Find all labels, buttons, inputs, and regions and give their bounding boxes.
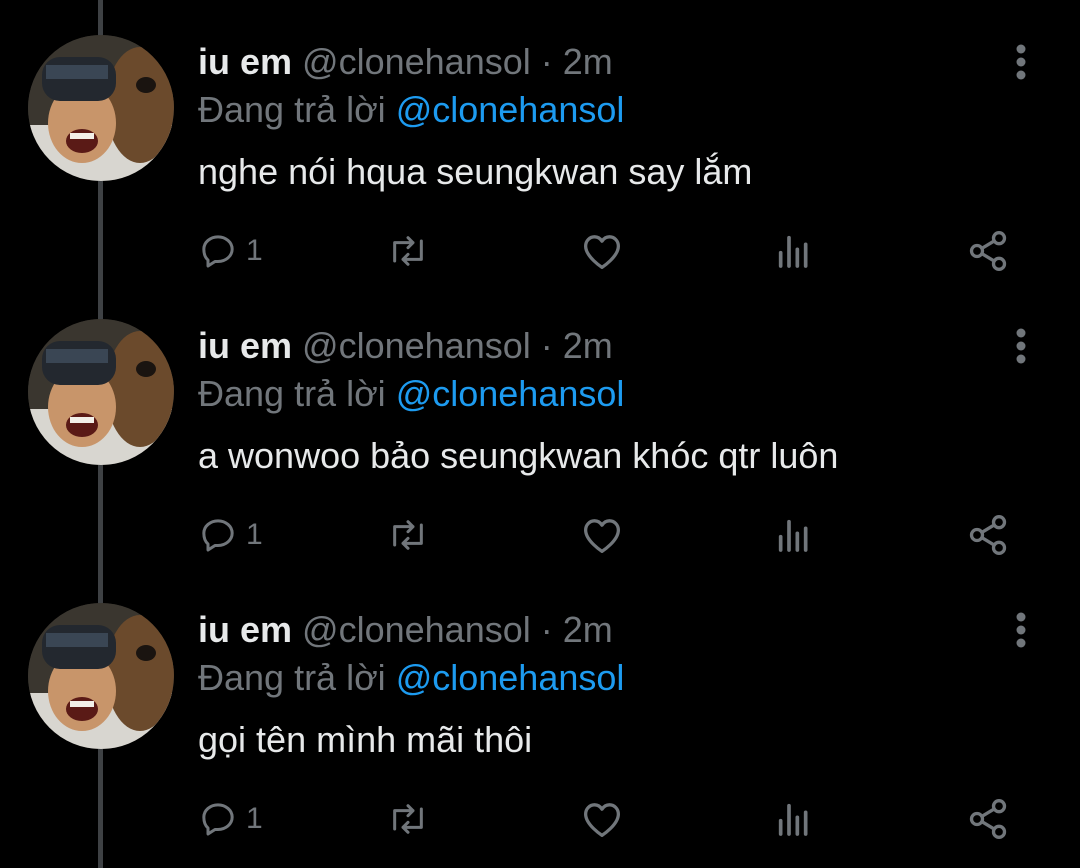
tweet[interactable]: iu em @clonehansol · 2m Đang trả lời @cl… <box>0 568 1080 852</box>
like-button[interactable] <box>580 228 624 274</box>
username[interactable]: @clonehansol <box>302 609 531 650</box>
more-vertical-icon <box>1016 612 1026 648</box>
replying-to-label: Đang trả lời <box>198 373 386 414</box>
mention-link[interactable]: @clonehansol <box>396 373 625 414</box>
mention-link[interactable]: @clonehansol <box>396 657 625 698</box>
reply-count: 1 <box>246 802 263 835</box>
comment-bubble-icon <box>202 519 234 552</box>
avatar-photo <box>28 35 174 181</box>
separator: · <box>540 41 553 82</box>
username[interactable]: @clonehansol <box>302 325 531 366</box>
reply-count: 1 <box>246 234 263 267</box>
share-button[interactable] <box>966 796 1010 842</box>
share-button[interactable] <box>966 512 1010 558</box>
tweet-text: gọi tên mình mãi thôi <box>198 719 533 760</box>
tweet-header: iu em @clonehansol · 2m <box>198 40 613 84</box>
heart-icon <box>584 519 620 553</box>
tweet-header: iu em @clonehansol · 2m <box>198 324 613 368</box>
reply-button[interactable]: 1 <box>198 228 263 274</box>
like-button[interactable] <box>580 796 624 842</box>
more-vertical-icon <box>1016 328 1026 364</box>
tweet[interactable]: iu em @clonehansol · 2m Đang trả lời @cl… <box>0 284 1080 568</box>
more-vertical-icon <box>1016 44 1026 80</box>
bar-chart-icon <box>778 519 808 552</box>
avatar-photo <box>28 319 174 465</box>
tweet-header: iu em @clonehansol · 2m <box>198 608 613 652</box>
retweet-button[interactable] <box>384 796 432 842</box>
analytics-button[interactable] <box>774 796 814 842</box>
share-icon <box>969 231 1007 271</box>
retweet-icon <box>393 520 423 550</box>
reply-button[interactable]: 1 <box>198 796 263 842</box>
bar-chart-icon <box>778 235 808 268</box>
retweet-icon <box>393 236 423 266</box>
replying-to: Đang trả lời @clonehansol <box>198 88 624 132</box>
more-options-button[interactable] <box>1004 326 1038 366</box>
share-icon <box>969 515 1007 555</box>
heart-icon <box>584 235 620 269</box>
reply-count: 1 <box>246 518 263 551</box>
username[interactable]: @clonehansol <box>302 41 531 82</box>
tweet-text: a wonwoo bảo seungkwan khóc qtr luôn <box>198 435 839 476</box>
timestamp[interactable]: 2m <box>563 325 613 366</box>
comment-bubble-icon <box>202 803 234 836</box>
tweet-actions: 1 <box>198 796 1018 842</box>
timestamp[interactable]: 2m <box>563 41 613 82</box>
avatar[interactable] <box>28 319 174 465</box>
tweet[interactable]: iu em @clonehansol · 2m Đang trả lời @cl… <box>0 0 1080 284</box>
separator: · <box>540 609 553 650</box>
like-button[interactable] <box>580 512 624 558</box>
tweet-actions: 1 <box>198 512 1018 558</box>
tweet-text: nghe nói hqua seungkwan say lắm <box>198 151 753 192</box>
more-options-button[interactable] <box>1004 42 1038 82</box>
tweet-actions: 1 <box>198 228 1018 274</box>
timestamp[interactable]: 2m <box>563 609 613 650</box>
retweet-button[interactable] <box>384 512 432 558</box>
share-icon <box>969 799 1007 839</box>
avatar[interactable] <box>28 603 174 749</box>
display-name[interactable]: iu em <box>198 325 292 366</box>
retweet-button[interactable] <box>384 228 432 274</box>
share-button[interactable] <box>966 228 1010 274</box>
mention-link[interactable]: @clonehansol <box>396 89 625 130</box>
analytics-button[interactable] <box>774 512 814 558</box>
replying-to-label: Đang trả lời <box>198 89 386 130</box>
comment-bubble-icon <box>202 235 234 268</box>
avatar[interactable] <box>28 35 174 181</box>
bar-chart-icon <box>778 803 808 836</box>
more-options-button[interactable] <box>1004 610 1038 650</box>
display-name[interactable]: iu em <box>198 41 292 82</box>
display-name[interactable]: iu em <box>198 609 292 650</box>
replying-to: Đang trả lời @clonehansol <box>198 372 624 416</box>
reply-button[interactable]: 1 <box>198 512 263 558</box>
heart-icon <box>584 803 620 837</box>
retweet-icon <box>393 804 423 834</box>
separator: · <box>540 325 553 366</box>
avatar-photo <box>28 603 174 749</box>
analytics-button[interactable] <box>774 228 814 274</box>
replying-to-label: Đang trả lời <box>198 657 386 698</box>
replying-to: Đang trả lời @clonehansol <box>198 656 624 700</box>
